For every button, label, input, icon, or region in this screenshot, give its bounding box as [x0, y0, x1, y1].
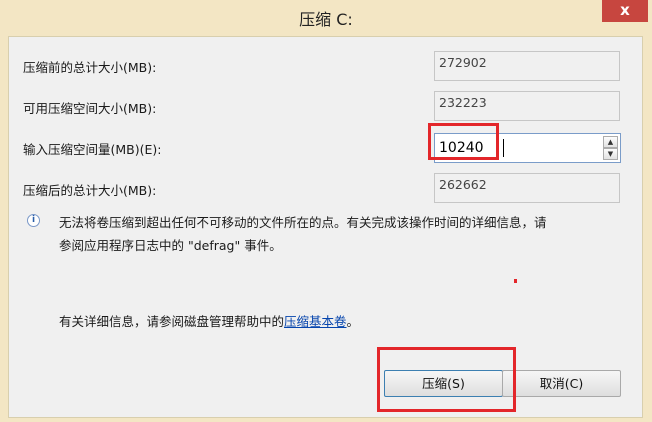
shrink-dialog-window: 压缩 C: x 压缩前的总计大小(MB): 272902 可用压缩空间大小(MB… — [0, 0, 652, 422]
spin-up-button[interactable]: ▲ — [603, 136, 618, 148]
available-space-value: 232223 — [434, 91, 620, 121]
text-caret — [503, 139, 504, 157]
cancel-button[interactable]: 取消(C) — [502, 370, 621, 397]
close-button[interactable]: x — [602, 0, 648, 22]
help-text-prefix: 有关详细信息，请参阅磁盘管理帮助中的 — [59, 314, 285, 329]
total-before-value: 272902 — [434, 51, 620, 81]
annotation-dot — [514, 279, 517, 283]
available-space-label: 可用压缩空间大小(MB): — [23, 101, 157, 116]
dialog-body: 压缩前的总计大小(MB): 272902 可用压缩空间大小(MB): 23222… — [8, 36, 643, 418]
info-message-line2: 参阅应用程序日志中的 "defrag" 事件。 — [59, 238, 282, 253]
spin-down-button[interactable]: ▼ — [603, 148, 618, 160]
annotation-box-input — [428, 123, 499, 160]
total-before-label: 压缩前的总计大小(MB): — [23, 60, 157, 75]
total-after-value: 262662 — [434, 173, 620, 203]
info-message: 无法将卷压缩到超出任何不可移动的文件所在的点。有关完成该操作时间的详细信息，请 … — [59, 211, 634, 257]
title-bar: 压缩 C: x — [0, 0, 652, 36]
shrink-basic-volume-link[interactable]: 压缩基本卷 — [284, 314, 347, 329]
help-text-suffix: 。 — [346, 314, 360, 329]
help-text: 有关详细信息，请参阅磁盘管理帮助中的压缩基本卷。 — [59, 311, 359, 330]
info-message-line1: 无法将卷压缩到超出任何不可移动的文件所在的点。有关完成该操作时间的详细信息，请 — [59, 215, 547, 230]
info-icon: i — [27, 214, 40, 227]
total-after-label: 压缩后的总计大小(MB): — [23, 183, 157, 198]
shrink-amount-label: 输入压缩空间量(MB)(E): — [23, 142, 162, 157]
annotation-box-button — [377, 347, 516, 412]
window-title: 压缩 C: — [299, 10, 353, 29]
